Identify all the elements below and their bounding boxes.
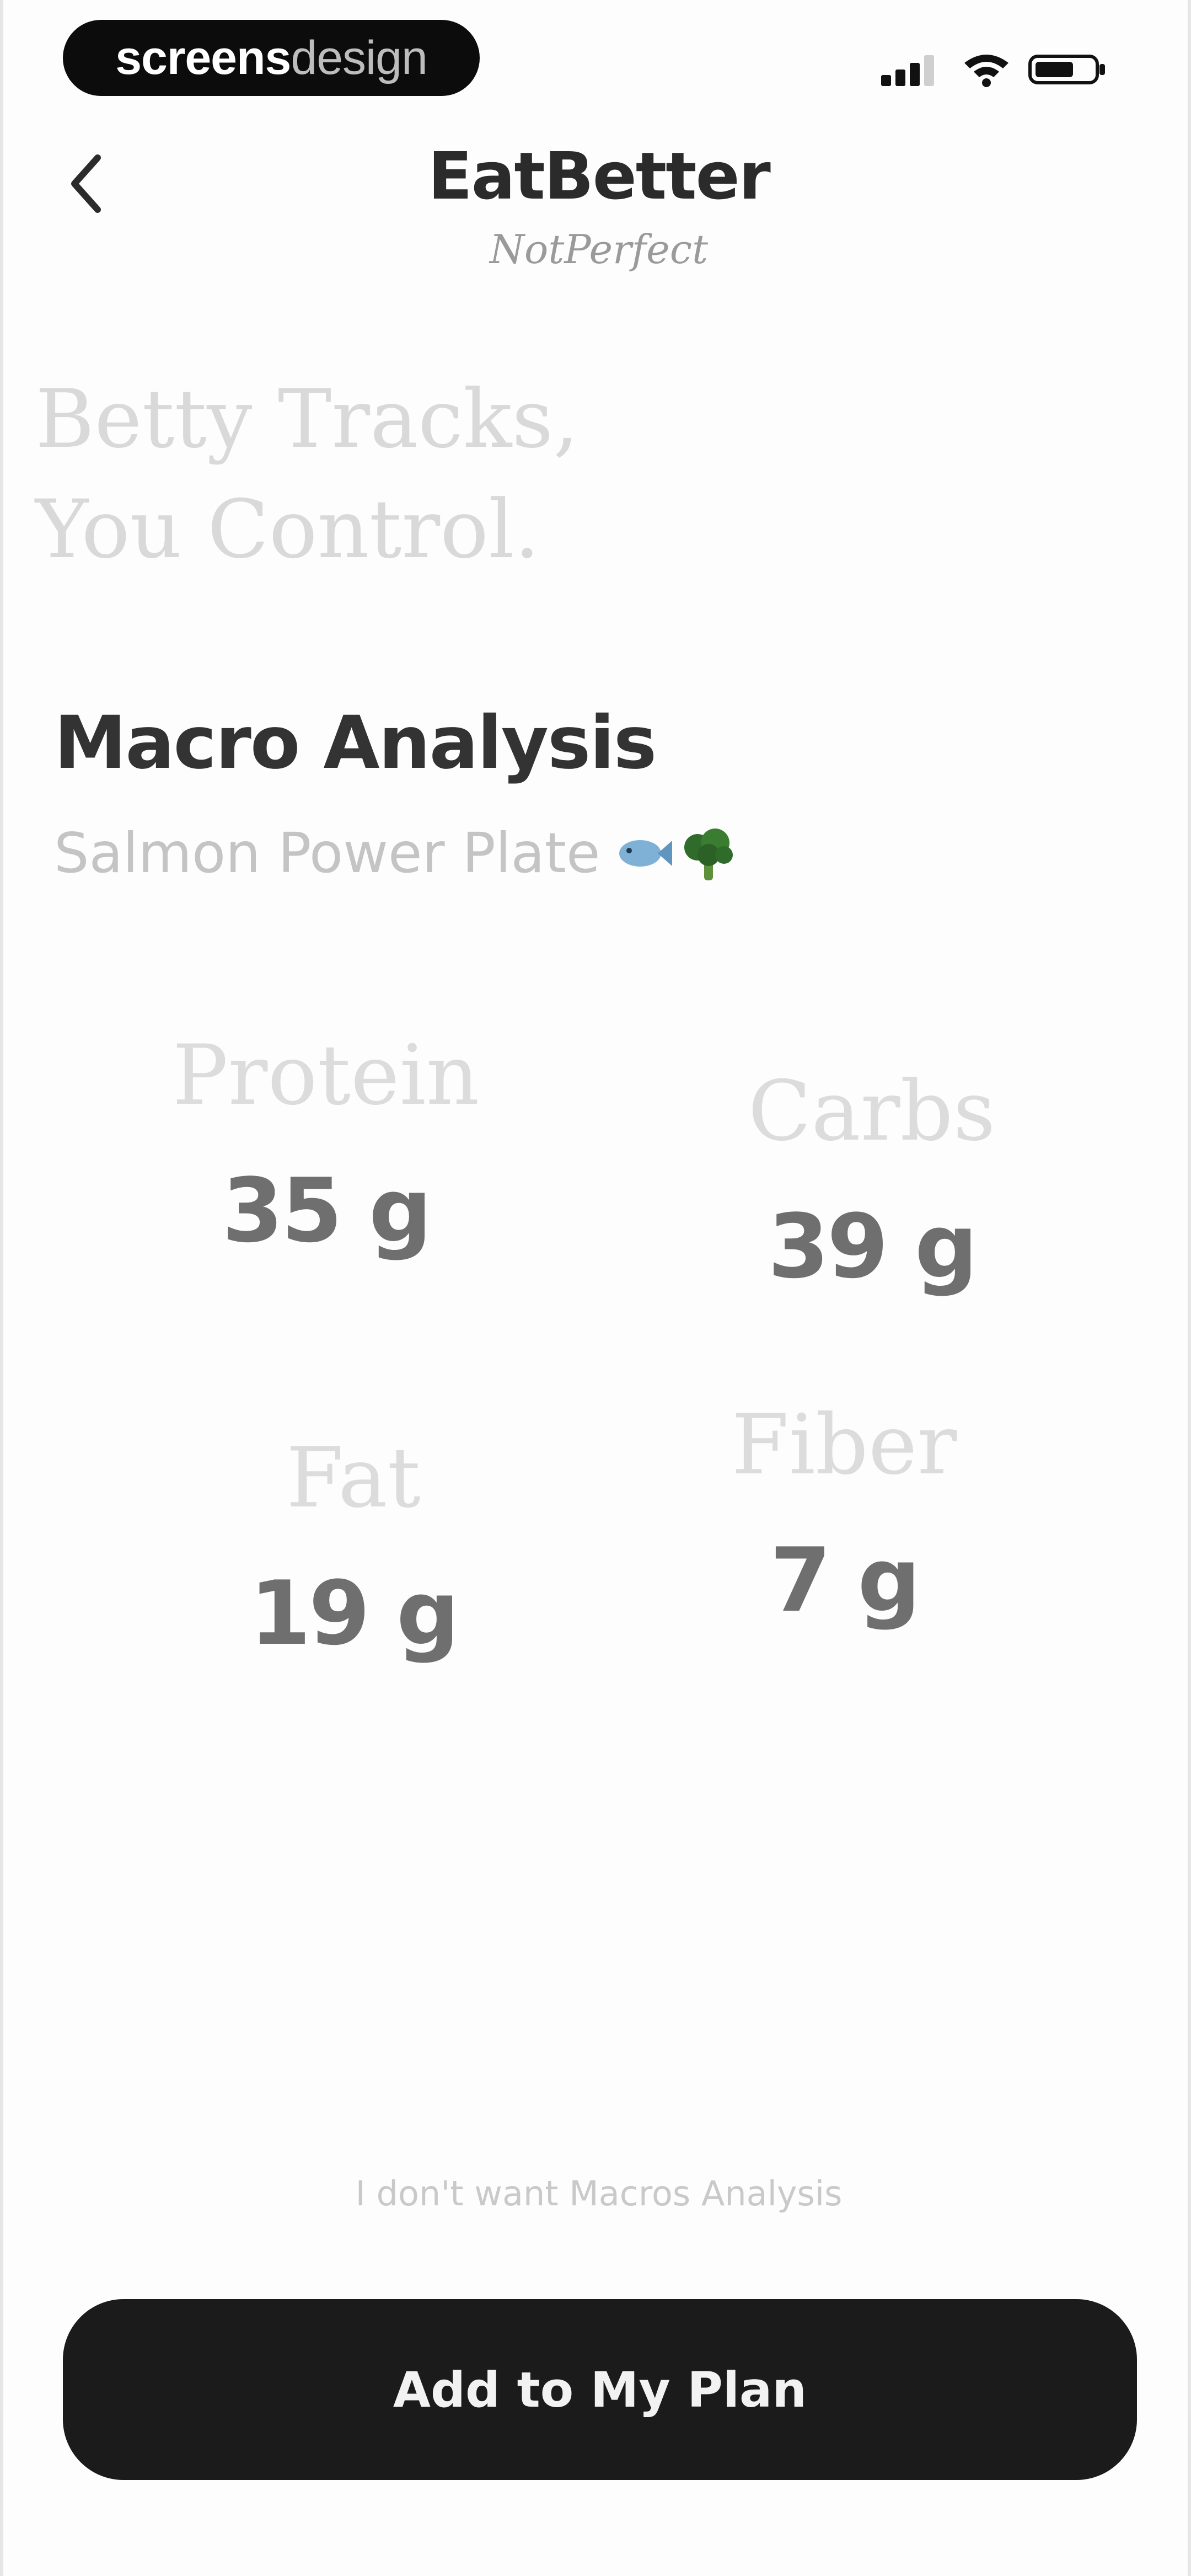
skip-macros-link[interactable]: I don't want Macros Analysis [3, 2173, 1188, 2214]
battery-icon [1028, 55, 1105, 84]
macro-carbs-label: Carbs [748, 1063, 996, 1159]
brand-watermark: screens design [63, 20, 480, 96]
macro-fat-label: Fat [286, 1430, 421, 1526]
fish-icon [619, 840, 672, 867]
macro-fiber: Fiber 7 g [651, 1396, 1037, 1633]
macro-protein-value: 35 g [222, 1159, 432, 1262]
app-screen: screens design EatBetter NotPerfect Betty… [0, 0, 1191, 2576]
tagline-line-2: You Control. [35, 483, 540, 576]
app-title: EatBetter [428, 138, 771, 214]
meal-emoji [614, 823, 738, 884]
status-icons [879, 50, 1110, 88]
macro-fiber-label: Fiber [731, 1397, 957, 1493]
add-to-plan-button[interactable]: Add to My Plan [63, 2299, 1137, 2480]
macro-fat: Fat 19 g [160, 1429, 546, 1666]
meal-name: Salmon Power Plate [54, 821, 738, 885]
meal-name-text: Salmon Power Plate [54, 821, 600, 885]
wifi-icon [964, 55, 1008, 87]
app-subtitle: NotPerfect [489, 226, 709, 272]
macro-protein: Protein 35 g [133, 1026, 519, 1263]
signal-bars-icon [881, 55, 934, 86]
brand-strong-text: screens [115, 31, 291, 84]
macro-protein-label: Protein [172, 1028, 480, 1124]
tagline-line-1: Betty Tracks, [35, 372, 579, 466]
macro-fiber-value: 7 g [770, 1529, 921, 1632]
macro-carbs: Carbs 39 g [679, 1062, 1065, 1299]
macro-carbs-value: 39 g [768, 1195, 978, 1298]
brand-light-text: design [291, 31, 427, 84]
section-title: Macro Analysis [54, 701, 657, 785]
macro-fat-value: 19 g [249, 1562, 460, 1665]
tagline: Betty Tracks, You Control. [35, 364, 579, 585]
broccoli-icon [684, 828, 733, 880]
